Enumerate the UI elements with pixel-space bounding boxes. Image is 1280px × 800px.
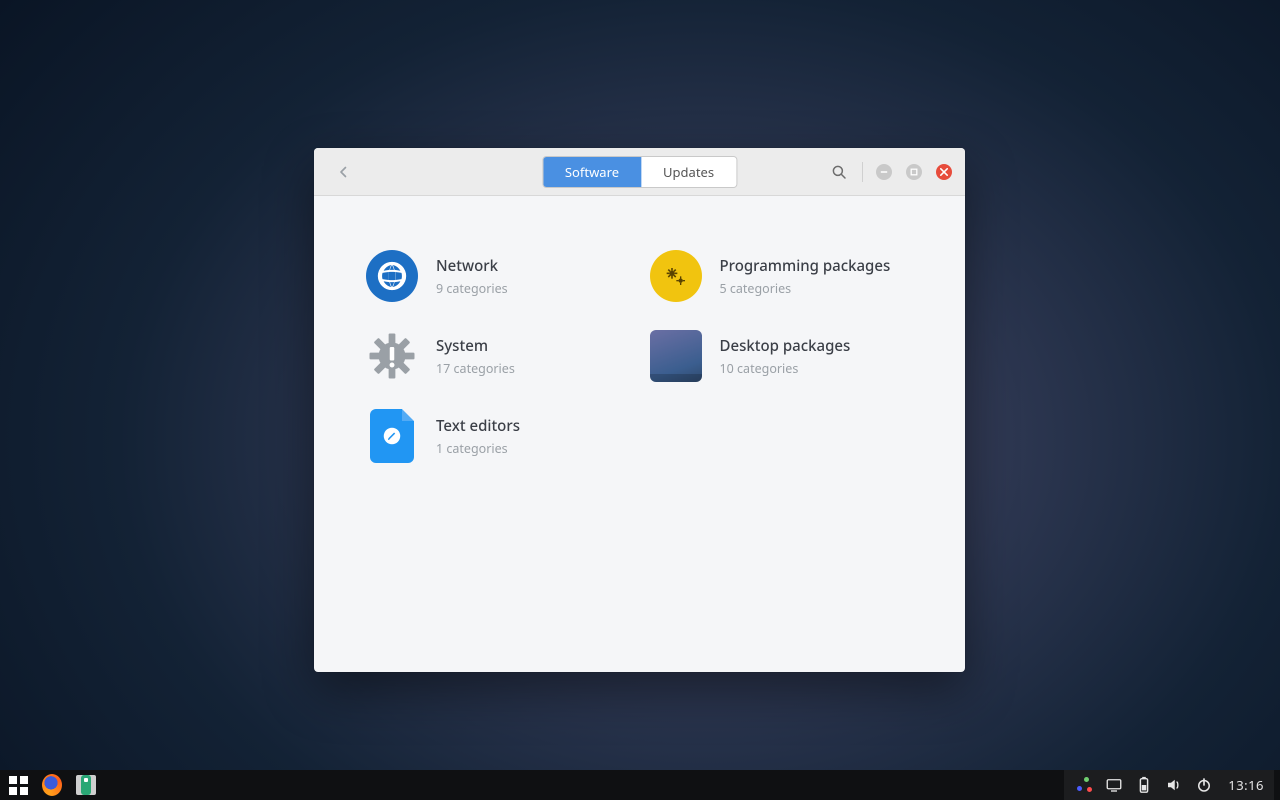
- volume-icon: [1165, 776, 1183, 794]
- category-subtitle: 9 categories: [436, 280, 508, 297]
- monitor-icon: [1105, 776, 1123, 794]
- store-icon: [81, 775, 91, 795]
- desktop-icon: [648, 328, 704, 384]
- battery-tray[interactable]: [1134, 775, 1154, 795]
- category-subtitle: 1 categories: [436, 440, 520, 457]
- taskbar-right-tray: 13:16: [1064, 770, 1274, 800]
- network-tray[interactable]: [1104, 775, 1124, 795]
- category-programming[interactable]: Programming packages 5 categories: [648, 248, 916, 304]
- volume-tray[interactable]: [1164, 775, 1184, 795]
- clock[interactable]: 13:16: [1224, 776, 1264, 794]
- software-store-launcher[interactable]: [76, 775, 96, 795]
- tab-updates[interactable]: Updates: [641, 157, 736, 187]
- tray-applet[interactable]: [1074, 775, 1094, 795]
- category-desktop[interactable]: Desktop packages 10 categories: [648, 328, 916, 384]
- category-subtitle: 5 categories: [720, 280, 891, 297]
- battery-icon: [1137, 776, 1151, 794]
- category-network[interactable]: Network 9 categories: [364, 248, 632, 304]
- apps-grid-icon: [9, 776, 28, 795]
- category-subtitle: 17 categories: [436, 360, 515, 377]
- power-icon: [1195, 776, 1213, 794]
- search-icon: [830, 163, 848, 181]
- search-button[interactable]: [824, 157, 854, 187]
- separator: [862, 162, 863, 182]
- maximize-button[interactable]: [906, 164, 922, 180]
- minimize-button[interactable]: [876, 164, 892, 180]
- arrow-left-icon: [335, 163, 353, 181]
- titlebar-right: [824, 157, 957, 187]
- applet-dots-icon: [1075, 776, 1093, 794]
- close-icon: [940, 168, 948, 176]
- category-text-editors[interactable]: Text editors 1 categories: [364, 408, 632, 464]
- window-body: Network 9 categories: [314, 196, 965, 484]
- network-icon: [364, 248, 420, 304]
- category-subtitle: 10 categories: [720, 360, 851, 377]
- titlebar: Software Updates: [314, 148, 965, 196]
- text-editors-icon: [364, 408, 420, 464]
- back-button[interactable]: [328, 156, 360, 188]
- category-title: Text editors: [436, 416, 520, 436]
- close-button[interactable]: [936, 164, 952, 180]
- minimize-icon: [880, 168, 888, 176]
- category-title: System: [436, 336, 515, 356]
- category-grid: Network 9 categories: [364, 248, 915, 464]
- tab-software[interactable]: Software: [543, 157, 641, 187]
- power-tray[interactable]: [1194, 775, 1214, 795]
- firefox-icon: [42, 774, 62, 796]
- category-title: Network: [436, 256, 508, 276]
- programming-icon: [648, 248, 704, 304]
- view-switcher: Software Updates: [542, 156, 737, 188]
- software-center-window: Software Updates: [314, 148, 965, 672]
- maximize-icon: [910, 168, 918, 176]
- category-system[interactable]: System 17 categories: [364, 328, 632, 384]
- system-icon: [364, 328, 420, 384]
- apps-launcher[interactable]: [8, 775, 28, 795]
- taskbar: 13:16: [0, 770, 1280, 800]
- firefox-launcher[interactable]: [42, 775, 62, 795]
- category-title: Programming packages: [720, 256, 891, 276]
- category-title: Desktop packages: [720, 336, 851, 356]
- taskbar-left: [8, 775, 96, 795]
